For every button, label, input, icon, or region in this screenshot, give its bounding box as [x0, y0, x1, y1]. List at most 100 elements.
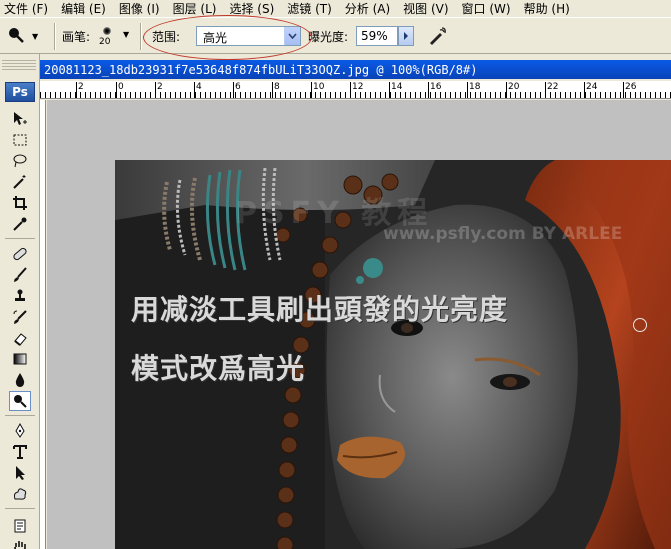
move-icon: [14, 112, 27, 125]
crop-tool[interactable]: [9, 193, 31, 213]
clone-stamp-tool[interactable]: [9, 286, 31, 306]
toolbox-separator: [5, 508, 35, 509]
healing-brush-tool[interactable]: [9, 244, 31, 264]
ruler-label: 20: [508, 82, 520, 92]
brush-tool[interactable]: [9, 265, 31, 285]
menu-help[interactable]: 帮助 (H): [524, 0, 570, 17]
toolbox-separator: [5, 238, 35, 239]
droplet-icon: [15, 373, 25, 387]
ruler-label: 2: [78, 82, 84, 92]
pen-tool[interactable]: [9, 421, 31, 441]
menu-window[interactable]: 窗口 (W): [462, 0, 511, 17]
eyedropper-tool[interactable]: [9, 214, 31, 234]
brush-dropdown-icon[interactable]: ▼: [123, 30, 129, 39]
brush-label: 画笔:: [62, 30, 91, 44]
range-dropdown-button[interactable]: [284, 27, 300, 45]
ruler-major-tick: [233, 82, 234, 98]
eraser-icon: [14, 333, 27, 346]
ruler-label: 4: [196, 82, 202, 92]
menu-filter[interactable]: 滤镜 (T): [287, 0, 332, 17]
watermark-url: www.psfly.com BY ARLEE: [383, 224, 623, 244]
brush-icon: [14, 267, 27, 282]
range-value: 高光: [203, 31, 228, 45]
brush-picker[interactable]: 20: [96, 24, 120, 50]
document-title-bar[interactable]: 20081123_18db23931f7e53648f874fbULiT33OQ…: [40, 60, 671, 79]
menu-analysis[interactable]: 分析 (A): [345, 0, 390, 17]
document-image[interactable]: PSFY 教程 www.psfly.com BY ARLEE 用减淡工具刷出頭發…: [115, 160, 671, 549]
ruler-major-tick: [467, 82, 468, 98]
ruler-ticks: [40, 92, 671, 98]
magic-wand-icon: [13, 175, 26, 189]
ruler-label: 24: [586, 82, 598, 92]
brush-tip-icon: [103, 27, 111, 35]
ruler-major-tick: [389, 82, 390, 98]
document-title: 20081123_18db23931f7e53648f874fbULiT33OQ…: [44, 62, 478, 77]
chevron-down-icon: ▼: [32, 31, 39, 41]
menu-image[interactable]: 图像 (I): [119, 0, 160, 17]
menu-file[interactable]: 文件 (F): [4, 0, 48, 17]
menu-layer[interactable]: 图层 (L): [173, 0, 217, 17]
ruler-major-tick: [76, 82, 77, 98]
airbrush-icon: [430, 27, 446, 45]
ruler-major-tick: [116, 82, 117, 98]
vertical-ruler[interactable]: [40, 100, 46, 549]
lasso-icon: [13, 154, 27, 168]
ruler-major-tick: [506, 82, 507, 98]
blur-tool[interactable]: [9, 370, 31, 390]
menu-edit[interactable]: 编辑 (E): [61, 0, 106, 17]
move-tool[interactable]: [9, 109, 31, 129]
ruler-label: 2: [157, 82, 163, 92]
ruler-major-tick: [272, 82, 273, 98]
ruler-label: 18: [469, 82, 481, 92]
lasso-tool[interactable]: [9, 151, 31, 171]
toolbox-separator: [5, 415, 35, 416]
notes-tool[interactable]: [9, 516, 31, 536]
tool-preset-picker[interactable]: ▼: [6, 25, 50, 47]
range-label: 范围:: [152, 30, 181, 44]
pen-icon: [15, 423, 25, 438]
gradient-tool[interactable]: [9, 349, 31, 369]
range-select[interactable]: 高光: [196, 26, 301, 46]
custom-shape-icon: [13, 488, 27, 500]
gradient-icon: [13, 353, 27, 365]
note-icon: [14, 519, 26, 533]
overlay-text-line1: 用减淡工具刷出頭發的光亮度: [131, 293, 509, 326]
ps-logo: Ps: [5, 82, 35, 102]
dodge-tool[interactable]: [9, 391, 31, 411]
ruler-label: 8: [274, 82, 280, 92]
menu-view[interactable]: 视图 (V): [403, 0, 448, 17]
ruler-major-tick: [194, 82, 195, 98]
crop-icon: [13, 196, 27, 210]
eraser-tool[interactable]: [9, 328, 31, 348]
path-selection-tool[interactable]: [9, 463, 31, 483]
type-icon: [13, 445, 27, 459]
ruler-major-tick: [350, 82, 351, 98]
eyedropper-icon: [13, 217, 27, 231]
ruler-major-tick: [623, 82, 624, 98]
ruler-major-tick: [311, 82, 312, 98]
toolbox: Ps: [0, 54, 40, 549]
stamp-icon: [15, 289, 25, 301]
history-brush-tool[interactable]: [9, 307, 31, 327]
shape-tool[interactable]: [9, 484, 31, 504]
horizontal-ruler[interactable]: 2 0 2 4 6 8 10 12 14 16 18 20 22 24 26: [40, 81, 671, 99]
ruler-label: 16: [430, 82, 442, 92]
brush-cursor-icon: [633, 318, 647, 332]
hand-tool[interactable]: [9, 537, 31, 549]
airbrush-toggle[interactable]: [425, 24, 449, 48]
ruler-major-tick: [584, 82, 585, 98]
hand-icon: [14, 541, 26, 549]
ruler-label: 0: [118, 82, 124, 92]
ruler-label: 12: [352, 82, 364, 92]
separator: [54, 23, 56, 50]
menu-bar: 文件 (F) 编辑 (E) 图像 (I) 图层 (L) 选择 (S) 滤镜 (T…: [0, 0, 671, 17]
type-tool[interactable]: [9, 442, 31, 462]
exposure-input[interactable]: 59%: [356, 26, 398, 46]
toolbox-grip[interactable]: [2, 58, 36, 72]
exposure-label: 曝光度:: [308, 30, 349, 44]
magic-wand-tool[interactable]: [9, 172, 31, 192]
menu-select[interactable]: 选择 (S): [229, 0, 274, 17]
ruler-major-tick: [155, 82, 156, 98]
exposure-slider-button[interactable]: [398, 26, 414, 46]
marquee-tool[interactable]: [9, 130, 31, 150]
